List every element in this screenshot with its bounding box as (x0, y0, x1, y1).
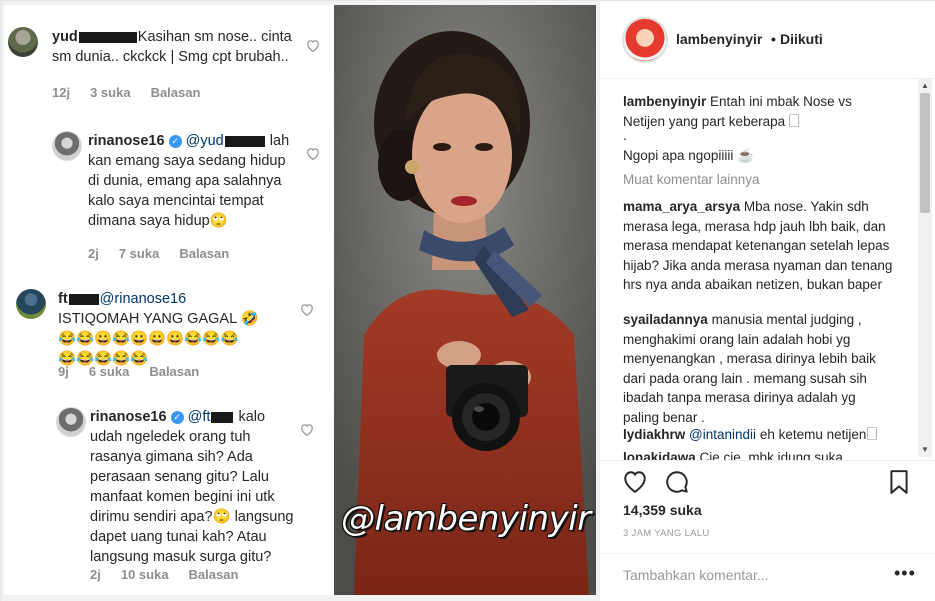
caption-line: Ngopi apa ngopiiiii ☕ (623, 148, 754, 163)
embedded-comment-meta: 2j 7 suka Balasan (88, 246, 249, 261)
embedded-comment-4: rinanose16 ✓ @ft kalo udah ngeledek oran… (90, 407, 296, 567)
heart-icon (306, 147, 320, 161)
reply-label: Balasan (150, 85, 201, 100)
post-header: lambenyinyir • Diikuti (600, 1, 935, 79)
embedded-comment-meta: 12j 3 suka Balasan (52, 85, 220, 100)
comment-time: 9j (58, 364, 69, 379)
comment-time: 2j (88, 246, 99, 261)
bookmark-icon[interactable] (888, 469, 910, 495)
caption-username[interactable]: lambenyinyir (623, 94, 706, 109)
comment-likes: 7 suka (118, 246, 160, 261)
scroll-up-arrow-icon[interactable]: ▲ (918, 79, 932, 93)
commenter-avatar (8, 27, 38, 57)
embedded-comment-2: rinanose16 ✓ @yud lah kan emang saya sed… (88, 131, 294, 231)
comment-likes: 6 suka (88, 364, 130, 379)
embedded-comment-emoji: 😂😂😀😂😀😀😀😂😂😂 (58, 331, 239, 347)
embedded-comments-screenshot: yud Kasihan sm nose.. cinta sm dunia.. ck… (4, 5, 334, 595)
comment-text: manusia mental judging , menghakimi oran… (623, 312, 876, 425)
heart-icon (300, 423, 314, 437)
commenter-avatar (16, 289, 46, 319)
heart-icon[interactable] (622, 469, 648, 495)
heart-icon (300, 303, 314, 317)
image-watermark: @lambenyinyir (341, 499, 591, 539)
comment-likes: 3 suka (90, 85, 131, 100)
comment-text: eh ketemu netijen🗌 (759, 427, 878, 442)
post-image[interactable]: yud Kasihan sm nose.. cinta sm dunia.. ck… (1, 1, 599, 601)
embedded-comment-mention: @yud (185, 133, 224, 149)
embedded-comment-mention: @ft (187, 409, 211, 425)
redaction-bar (68, 293, 99, 305)
scroll-down-arrow-icon[interactable]: ▼ (918, 443, 932, 457)
reply-label: Balasan (149, 364, 200, 379)
reply-label: Balasan (179, 246, 230, 261)
redaction-bar (224, 135, 265, 147)
embedded-comment-username: yud (52, 29, 78, 45)
add-comment-input[interactable]: Tambahkan komentar... (623, 567, 769, 583)
scrollbar-thumb[interactable] (920, 93, 930, 213)
comment-icon[interactable] (664, 469, 690, 495)
post-timestamp: 3 JAM YANG LALU (623, 528, 710, 539)
embedded-comment-username: rinanose16 (90, 409, 167, 425)
verified-badge-icon: ✓ (170, 410, 184, 424)
author-username[interactable]: lambenyinyir (676, 31, 762, 47)
comments-feed[interactable]: lambenyinyir Entah ini mbak Nose vs Neti… (600, 80, 935, 460)
caption: lambenyinyir Entah ini mbak Nose vs Neti… (623, 92, 891, 131)
embedded-comment-meta: 2j 10 suka Balasan (90, 567, 258, 582)
likes-count[interactable]: 14,359 suka (623, 502, 702, 518)
comment-mention[interactable]: @intanindii (689, 427, 756, 442)
comment-username[interactable]: lonakidawa (623, 450, 696, 460)
follow-status-button[interactable]: Diikuti (780, 31, 823, 47)
heart-icon (306, 39, 320, 53)
add-comment-bar: Tambahkan komentar... ••• (600, 553, 935, 598)
author-avatar[interactable] (622, 17, 668, 63)
post-modal: yud Kasihan sm nose.. cinta sm dunia.. ck… (0, 0, 935, 601)
more-options-icon[interactable]: ••• (894, 563, 916, 584)
verified-badge-icon: ✓ (168, 134, 182, 148)
load-more-comments-button[interactable]: Muat komentar lainnya (623, 170, 760, 190)
embedded-comment-text: ISTIQOMAH YANG GAGAL 🤣 (58, 311, 259, 327)
commenter-avatar (52, 131, 82, 161)
redaction-bar (78, 31, 137, 43)
comment-text: Cie cie..mbk idung suka (699, 450, 843, 460)
comment-item: syailadannya manusia mental judging , me… (623, 310, 895, 427)
embedded-comment-username: rinanose16 (88, 133, 165, 149)
commenter-avatar (56, 407, 86, 437)
embedded-comment-3: ft @rinanose16 ISTIQOMAH YANG GAGAL 🤣 😂😂😀… (58, 289, 298, 369)
redaction-bar (211, 411, 234, 423)
embedded-comment-meta: 9j 6 suka Balasan (58, 364, 219, 379)
embedded-comment-username: ft (58, 291, 68, 307)
reply-label: Balasan (188, 567, 239, 582)
comment-time: 12j (52, 85, 71, 100)
embedded-comment-text: kalo udah ngeledek orang tuh rasanya gim… (90, 409, 294, 565)
comment-item: lonakidawa Cie cie..mbk idung suka (623, 448, 895, 460)
embedded-comment-1: yud Kasihan sm nose.. cinta sm dunia.. ck… (52, 27, 292, 67)
caption-line: . (623, 128, 627, 143)
comment-likes: 10 suka (120, 567, 169, 582)
comment-username[interactable]: syailadannya (623, 312, 708, 327)
feed-scrollbar[interactable]: ▲ ▼ (918, 79, 932, 457)
comment-time: 2j (90, 567, 101, 582)
embedded-comment-mention: @rinanose16 (99, 291, 187, 307)
comment-item: lydiakhrw @intanindii eh ketemu netijen🗌 (623, 425, 895, 445)
comment-item: mama_arya_arsya Mba nose. Yakin sdh mera… (623, 197, 895, 295)
comment-username[interactable]: lydiakhrw (623, 427, 685, 442)
header-separator: • (771, 31, 776, 47)
comment-username[interactable]: mama_arya_arsya (623, 199, 740, 214)
post-sidebar: lambenyinyir • Diikuti lambenyinyir Enta… (599, 1, 935, 601)
